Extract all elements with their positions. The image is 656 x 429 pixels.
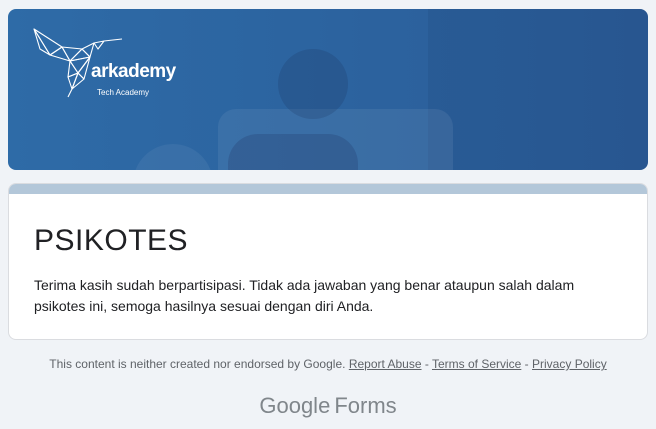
terms-of-service-link[interactable]: Terms of Service: [432, 357, 521, 371]
forms-wordmark: Forms: [334, 393, 397, 418]
card-accent-bar: [9, 184, 647, 194]
banner-photo-shade: [428, 9, 648, 170]
footer-separator: -: [521, 357, 533, 371]
privacy-policy-link[interactable]: Privacy Policy: [532, 357, 607, 371]
report-abuse-link[interactable]: Report Abuse: [349, 357, 422, 371]
footer: This content is neither created nor endo…: [0, 357, 656, 371]
google-forms-logo[interactable]: Google Forms: [0, 393, 656, 419]
banner-photo-head: [278, 49, 348, 119]
logo-wordmark: arkademy: [91, 61, 176, 82]
google-wordmark: Google: [259, 393, 331, 418]
footer-disclaimer: This content is neither created nor endo…: [49, 357, 346, 371]
footer-separator: -: [421, 357, 432, 371]
form-header-card: PSIKOTES Terima kasih sudah berpartisipa…: [8, 183, 648, 340]
banner-photo-body: [228, 134, 358, 170]
header-banner: arkademy Tech Academy: [8, 9, 648, 170]
form-description: Terima kasih sudah berpartisipasi. Tidak…: [34, 277, 575, 314]
logo-tagline: Tech Academy: [97, 88, 150, 97]
form-title: PSIKOTES: [34, 224, 189, 257]
banner-photo-figure: [133, 144, 213, 170]
